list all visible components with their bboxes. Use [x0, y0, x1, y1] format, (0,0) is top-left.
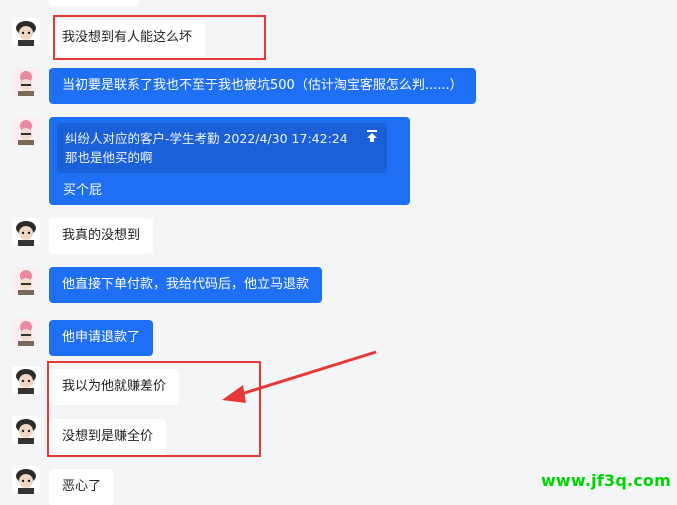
annotation-arrow-icon — [222, 350, 377, 403]
watermark: www.jf3q.com — [540, 471, 671, 490]
chat-window: 我没想到有人能这么坏 当初要是联系了我也不至于我也被坑500（估计淘宝客服怎么判… — [0, 0, 677, 505]
